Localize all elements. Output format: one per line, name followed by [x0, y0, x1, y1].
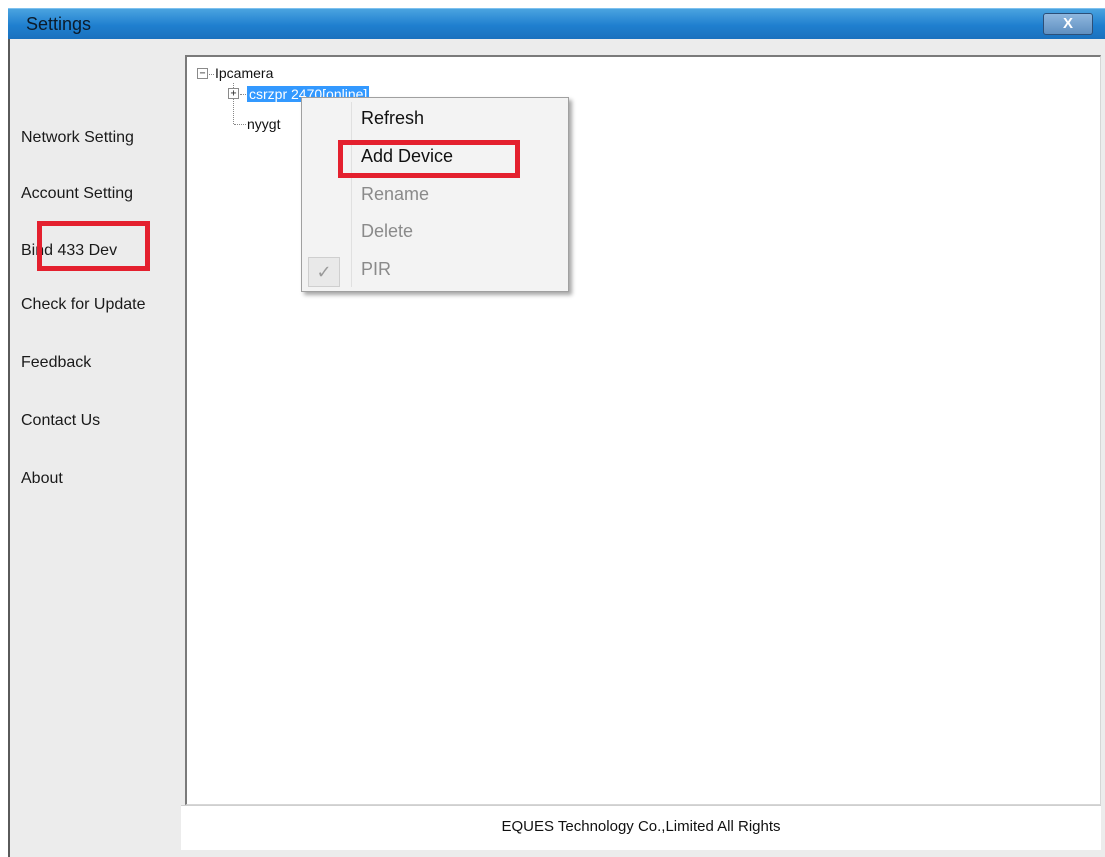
- collapse-icon[interactable]: −: [197, 68, 208, 79]
- tree-connector: [240, 94, 246, 95]
- sidebar-item-check-for-update[interactable]: Check for Update: [21, 296, 146, 314]
- tree-connector: [209, 74, 214, 75]
- menu-item-delete: Delete: [361, 221, 414, 241]
- expand-icon[interactable]: +: [228, 88, 239, 99]
- title-bar: Settings X: [8, 8, 1105, 39]
- settings-sidebar: Network Setting Account Setting Bind 433…: [21, 39, 181, 857]
- tree-node-root[interactable]: Ipcamera: [215, 65, 273, 81]
- window-left-border: [8, 39, 10, 857]
- sidebar-item-about[interactable]: About: [21, 470, 63, 488]
- menu-gutter-divider: [351, 102, 352, 287]
- sidebar-item-account-setting[interactable]: Account Setting: [21, 185, 133, 203]
- highlight-box-add-device: [338, 140, 520, 178]
- highlight-box-bind-433-dev: [37, 221, 150, 271]
- tree-node-camera[interactable]: nyygt: [247, 116, 280, 132]
- sidebar-item-feedback[interactable]: Feedback: [21, 354, 91, 372]
- context-menu: Refresh Add Device Rename Delete ✓ PIR: [301, 97, 569, 292]
- menu-item-pir: PIR: [361, 259, 392, 279]
- menu-item-refresh[interactable]: Refresh: [361, 108, 424, 129]
- footer: EQUES Technology Co.,Limited All Rights: [181, 805, 1101, 850]
- close-button[interactable]: X: [1043, 13, 1093, 35]
- sidebar-item-network-setting[interactable]: Network Setting: [21, 129, 134, 147]
- window-title: Settings: [26, 14, 92, 34]
- close-icon: X: [1062, 15, 1073, 32]
- tree-connector: [234, 124, 246, 125]
- menu-item-rename: Rename: [361, 184, 430, 204]
- check-icon: ✓: [308, 257, 340, 287]
- copyright-text: EQUES Technology Co.,Limited All Rights: [501, 818, 781, 835]
- sidebar-item-contact-us[interactable]: Contact Us: [21, 412, 100, 430]
